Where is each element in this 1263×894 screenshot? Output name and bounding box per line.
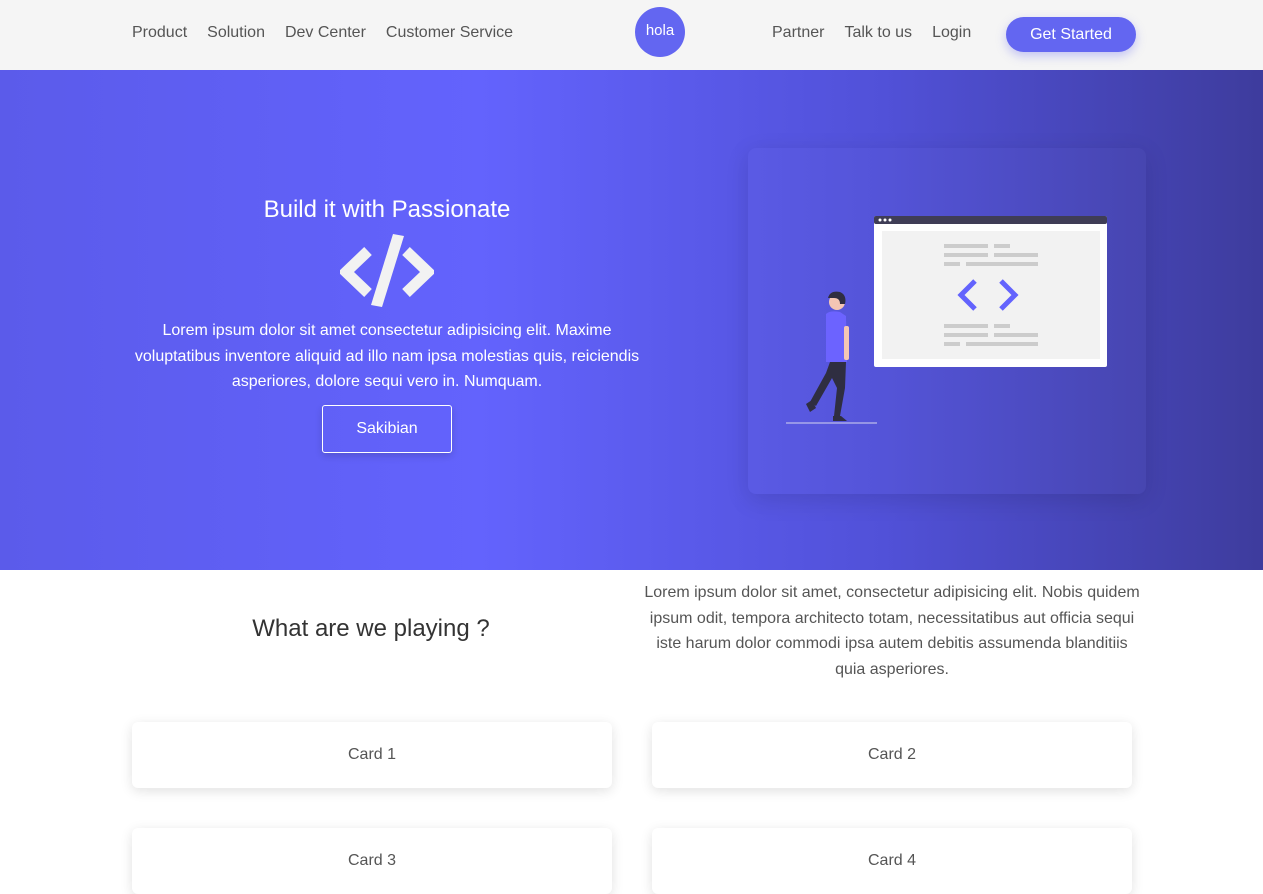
card-1[interactable]: Card 1 <box>132 722 612 788</box>
nav-link-customer-service[interactable]: Customer Service <box>386 24 513 42</box>
sakibian-button[interactable]: Sakibian <box>322 405 452 453</box>
card-2[interactable]: Card 2 <box>652 722 1132 788</box>
nav-link-product[interactable]: Product <box>132 24 187 42</box>
hero-section: Build it with Passionate Lorem ipsum dol… <box>0 70 1263 570</box>
nav-link-login[interactable]: Login <box>932 24 971 42</box>
section-title: What are we playing ? <box>252 615 490 642</box>
get-started-button[interactable]: Get Started <box>1006 17 1136 52</box>
card-3[interactable]: Card 3 <box>132 828 612 894</box>
hero-illustration <box>748 148 1146 494</box>
nav-right-links: Partner Talk to us Login <box>772 24 971 42</box>
developer-illustration <box>786 216 1107 424</box>
hero-title: Build it with Passionate <box>263 196 511 223</box>
nav-link-solution[interactable]: Solution <box>207 24 265 42</box>
navbar: Product Solution Dev Center Customer Ser… <box>0 0 1263 70</box>
nav-link-talk-to-us[interactable]: Talk to us <box>844 24 912 42</box>
code-icon <box>340 234 434 307</box>
hero-description: Lorem ipsum dolor sit amet consectetur a… <box>134 322 640 390</box>
logo[interactable]: hola <box>635 7 685 57</box>
nav-link-partner[interactable]: Partner <box>772 24 824 42</box>
card-4[interactable]: Card 4 <box>652 828 1132 894</box>
nav-left-links: Product Solution Dev Center Customer Ser… <box>132 24 513 42</box>
nav-link-dev-center[interactable]: Dev Center <box>285 24 366 42</box>
section-description: Lorem ipsum dolor sit amet, consectetur … <box>644 584 1140 678</box>
